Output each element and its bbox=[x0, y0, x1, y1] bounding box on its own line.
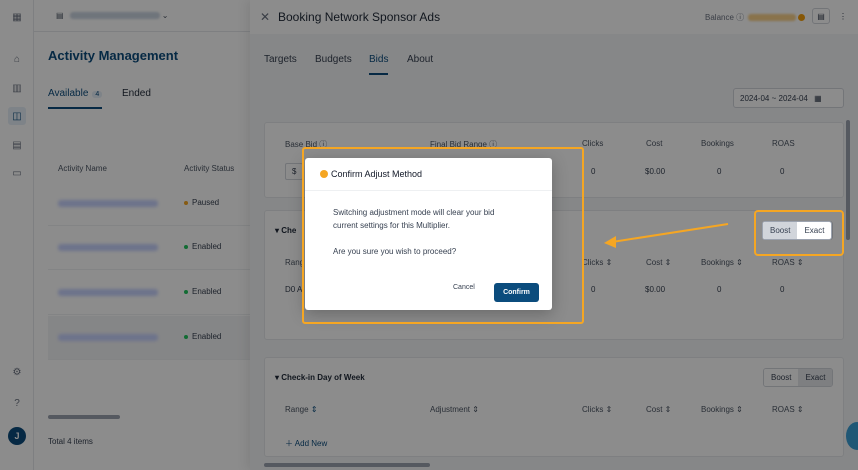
annotation-arrow bbox=[604, 223, 729, 248]
